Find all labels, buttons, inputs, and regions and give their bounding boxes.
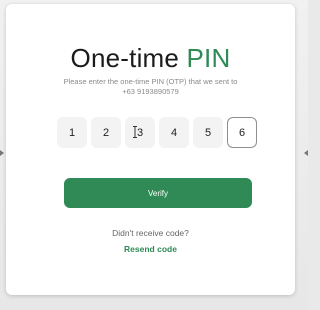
otp-digit-2[interactable]: 2 xyxy=(91,117,121,148)
arrow-left-icon xyxy=(0,150,4,156)
resend-code-link[interactable]: Resend code xyxy=(6,244,295,254)
otp-instructions: Please enter the one-time PIN (OTP) that… xyxy=(46,77,255,97)
otp-digit-4[interactable]: 4 xyxy=(159,117,189,148)
verify-button[interactable]: Verify xyxy=(64,178,252,208)
window-backdrop: One-time PIN Please enter the one-time P… xyxy=(0,0,308,310)
otp-dialog: One-time PIN Please enter the one-time P… xyxy=(6,4,295,295)
text-cursor-icon xyxy=(133,126,137,138)
otp-digit-3[interactable]: 3 xyxy=(125,117,155,148)
phone-number: +63 9193890579 xyxy=(122,87,179,96)
title-main: One-time xyxy=(70,43,187,73)
arrow-right-icon xyxy=(304,150,308,156)
no-code-text: Didn't receive code? xyxy=(112,228,189,238)
otp-digit-1[interactable]: 1 xyxy=(57,117,87,148)
otp-input-group: 1 2 3 4 5 6 xyxy=(57,117,257,148)
instructions-line: Please enter the one-time PIN (OTP) that… xyxy=(63,77,238,86)
otp-digit-5[interactable]: 5 xyxy=(193,117,223,148)
otp-digit-6[interactable]: 6 xyxy=(227,117,257,148)
title-accent: PIN xyxy=(186,43,231,73)
page-title: One-time PIN xyxy=(6,42,295,74)
